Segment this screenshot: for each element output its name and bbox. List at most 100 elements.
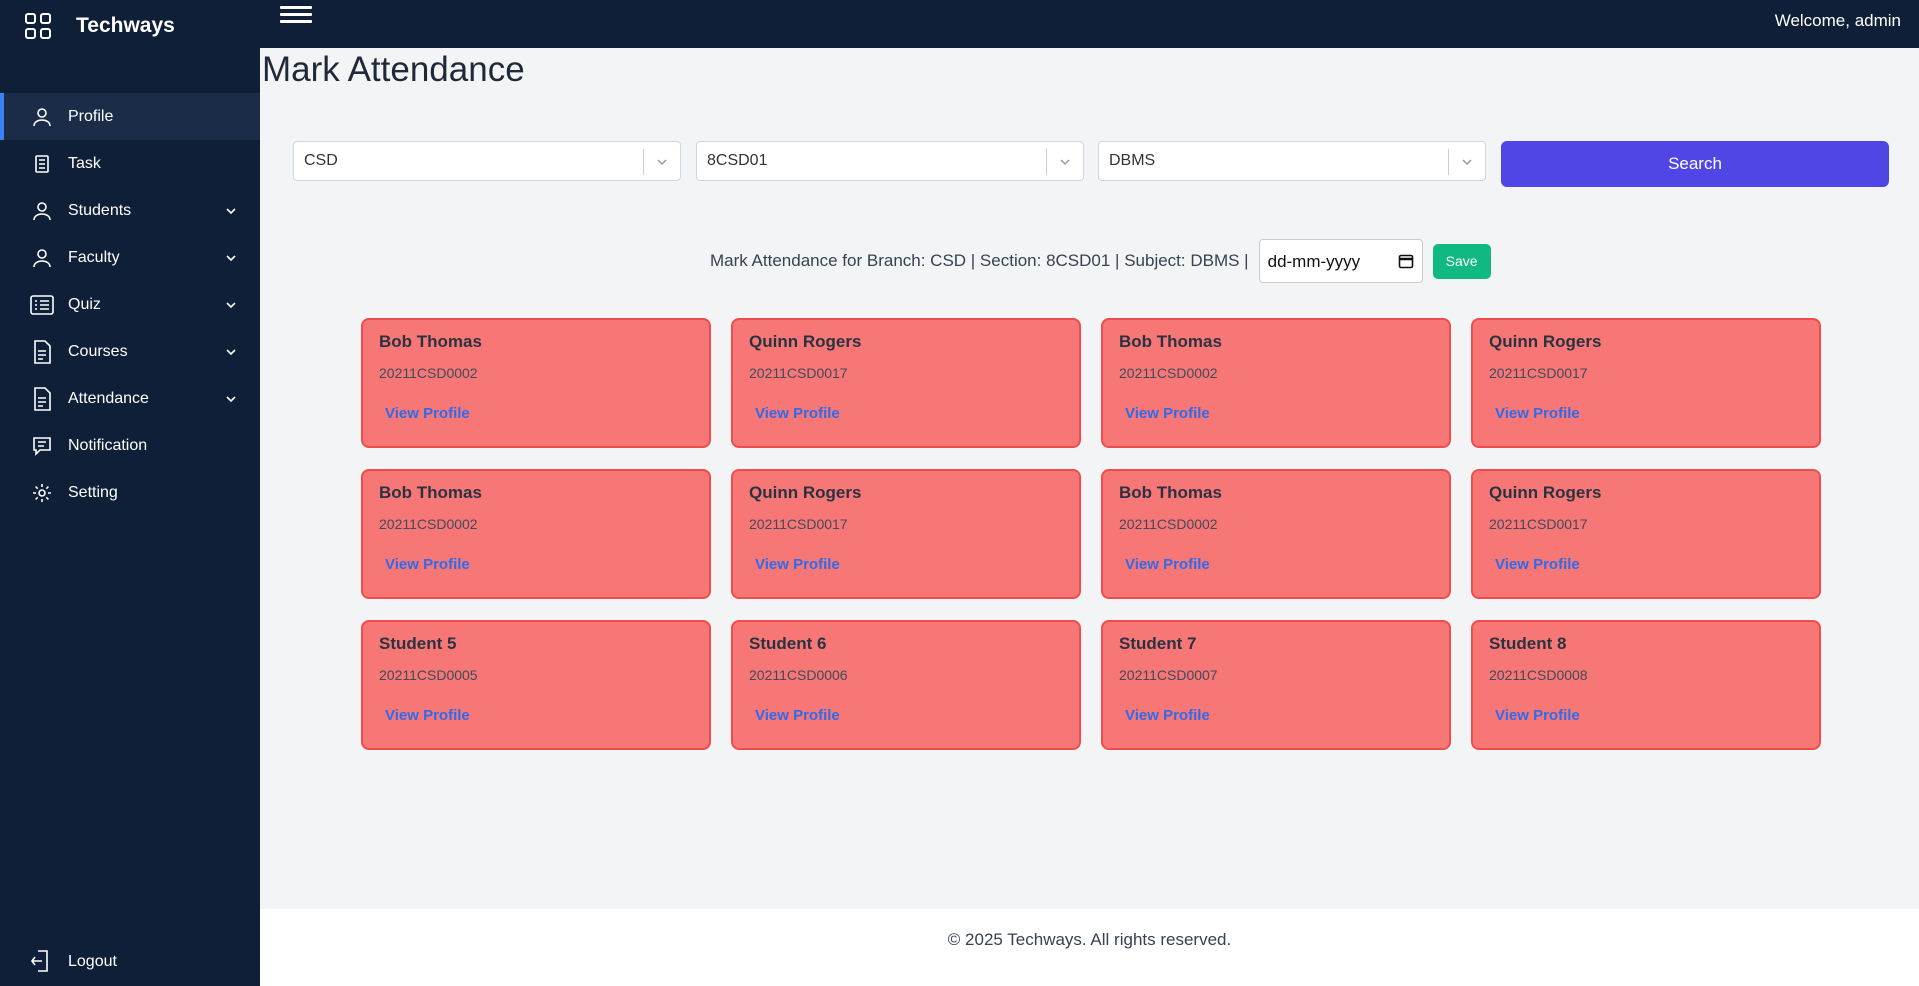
subject-select-value: DBMS bbox=[1109, 152, 1156, 169]
sidebar-nav: Profile Task Students Faculty Quiz Cours… bbox=[0, 93, 260, 516]
sidebar-item-students[interactable]: Students bbox=[0, 187, 260, 234]
view-profile-link[interactable]: View Profile bbox=[1125, 556, 1210, 573]
section-select-value: 8CSD01 bbox=[707, 152, 768, 169]
student-roll: 20211CSD0007 bbox=[1119, 667, 1218, 683]
student-card[interactable]: Bob Thomas 20211CSD0002 View Profile bbox=[361, 318, 711, 448]
user-icon bbox=[30, 199, 54, 223]
student-card[interactable]: Bob Thomas 20211CSD0002 View Profile bbox=[361, 469, 711, 599]
brand-name: Techways bbox=[76, 14, 175, 37]
top-bar: Welcome, admin bbox=[260, 0, 1919, 48]
student-roll: 20211CSD0002 bbox=[1119, 365, 1218, 381]
sidebar-item-faculty[interactable]: Faculty bbox=[0, 234, 260, 281]
view-profile-link[interactable]: View Profile bbox=[755, 556, 840, 573]
student-roll: 20211CSD0002 bbox=[379, 365, 478, 381]
student-card[interactable]: Student 8 20211CSD0008 View Profile bbox=[1471, 620, 1821, 750]
chevron-down-icon bbox=[657, 159, 667, 166]
brand[interactable]: Techways bbox=[24, 8, 175, 44]
student-name: Bob Thomas bbox=[379, 332, 482, 351]
mark-attendance-row: Mark Attendance for Branch: CSD | Sectio… bbox=[710, 239, 1491, 283]
view-profile-link[interactable]: View Profile bbox=[755, 405, 840, 422]
sidebar-item-setting[interactable]: Setting bbox=[0, 469, 260, 516]
date-input-placeholder: dd-mm-yyyy bbox=[1267, 252, 1361, 271]
document-icon bbox=[30, 339, 54, 364]
sidebar-item-attendance[interactable]: Attendance bbox=[0, 375, 260, 422]
save-button[interactable]: Save bbox=[1432, 243, 1491, 279]
chevron-down-icon bbox=[226, 302, 236, 309]
select-separator bbox=[1046, 149, 1047, 175]
view-profile-link[interactable]: View Profile bbox=[1125, 707, 1210, 724]
date-input[interactable]: dd-mm-yyyy bbox=[1258, 239, 1423, 283]
student-name: Quinn Rogers bbox=[1489, 332, 1602, 351]
view-profile-link[interactable]: View Profile bbox=[1495, 556, 1580, 573]
chevron-down-icon bbox=[226, 208, 236, 215]
view-profile-link[interactable]: View Profile bbox=[1125, 405, 1210, 422]
sidebar-item-label: Courses bbox=[68, 342, 128, 360]
section-select[interactable]: 8CSD01 bbox=[696, 141, 1084, 181]
student-card[interactable]: Quinn Rogers 20211CSD0017 View Profile bbox=[731, 318, 1081, 448]
view-profile-link[interactable]: View Profile bbox=[385, 707, 470, 724]
student-name: Student 8 bbox=[1489, 634, 1567, 653]
student-roll: 20211CSD0006 bbox=[749, 667, 848, 683]
logout-button[interactable]: Logout bbox=[30, 950, 117, 974]
filter-bar: CSD 8CSD01 DBMS Search bbox=[293, 141, 1889, 187]
footer: © 2025 Techways. All rights reserved. bbox=[260, 909, 1919, 986]
sidebar-item-label: Faculty bbox=[68, 248, 120, 266]
hamburger-icon[interactable] bbox=[280, 2, 312, 30]
view-profile-link[interactable]: View Profile bbox=[385, 405, 470, 422]
student-card[interactable]: Quinn Rogers 20211CSD0017 View Profile bbox=[1471, 318, 1821, 448]
sidebar-item-label: Attendance bbox=[68, 389, 149, 407]
sidebar-item-label: Task bbox=[68, 154, 101, 172]
sidebar-item-notification[interactable]: Notification bbox=[0, 422, 260, 469]
student-roll: 20211CSD0017 bbox=[1489, 516, 1588, 532]
sidebar-item-label: Quiz bbox=[68, 295, 101, 313]
student-roll: 20211CSD0005 bbox=[379, 667, 478, 683]
message-icon bbox=[30, 434, 54, 458]
sidebar-item-label: Notification bbox=[68, 436, 148, 454]
sidebar-item-task[interactable]: Task bbox=[0, 140, 260, 187]
branch-select[interactable]: CSD bbox=[293, 141, 681, 181]
select-separator bbox=[643, 149, 644, 175]
student-card[interactable]: Student 6 20211CSD0006 View Profile bbox=[731, 620, 1081, 750]
view-profile-link[interactable]: View Profile bbox=[1495, 707, 1580, 724]
chevron-down-icon bbox=[1060, 159, 1070, 166]
student-card[interactable]: Quinn Rogers 20211CSD0017 View Profile bbox=[731, 469, 1081, 599]
student-card[interactable]: Bob Thomas 20211CSD0002 View Profile bbox=[1101, 469, 1451, 599]
sidebar-item-label: Students bbox=[68, 201, 132, 219]
sidebar-item-label: Profile bbox=[68, 107, 114, 125]
select-separator bbox=[1448, 149, 1449, 175]
sidebar: Techways Profile Task Students Faculty Q… bbox=[0, 0, 260, 986]
student-name: Quinn Rogers bbox=[749, 483, 862, 502]
student-name: Bob Thomas bbox=[1119, 332, 1222, 351]
student-name: Student 7 bbox=[1119, 634, 1197, 653]
student-name: Bob Thomas bbox=[379, 483, 482, 502]
view-profile-link[interactable]: View Profile bbox=[385, 556, 470, 573]
footer-copyright: © 2025 Techways. All rights reserved. bbox=[947, 930, 1232, 949]
calendar-icon[interactable] bbox=[1398, 253, 1414, 269]
view-profile-link[interactable]: View Profile bbox=[755, 707, 840, 724]
student-card[interactable]: Student 5 20211CSD0005 View Profile bbox=[361, 620, 711, 750]
view-profile-link[interactable]: View Profile bbox=[1495, 405, 1580, 422]
subject-select[interactable]: DBMS bbox=[1098, 141, 1486, 181]
chevron-down-icon bbox=[226, 396, 236, 403]
sidebar-item-profile[interactable]: Profile bbox=[0, 93, 260, 140]
student-roll: 20211CSD0017 bbox=[1489, 365, 1588, 381]
student-card[interactable]: Bob Thomas 20211CSD0002 View Profile bbox=[1101, 318, 1451, 448]
student-roll: 20211CSD0017 bbox=[749, 365, 848, 381]
sidebar-item-quiz[interactable]: Quiz bbox=[0, 281, 260, 328]
student-roll: 20211CSD0002 bbox=[1119, 516, 1218, 532]
student-card[interactable]: Quinn Rogers 20211CSD0017 View Profile bbox=[1471, 469, 1821, 599]
search-button[interactable]: Search bbox=[1501, 141, 1889, 187]
list-icon bbox=[30, 293, 54, 317]
student-roll: 20211CSD0017 bbox=[749, 516, 848, 532]
user-icon bbox=[30, 105, 54, 129]
page-title: Mark Attendance bbox=[262, 50, 525, 89]
branch-select-value: CSD bbox=[304, 152, 338, 169]
student-card[interactable]: Student 7 20211CSD0007 View Profile bbox=[1101, 620, 1451, 750]
chevron-down-icon bbox=[226, 349, 236, 356]
student-name: Quinn Rogers bbox=[1489, 483, 1602, 502]
user-icon bbox=[30, 246, 54, 270]
sidebar-item-courses[interactable]: Courses bbox=[0, 328, 260, 375]
grid-icon bbox=[25, 13, 51, 39]
student-roll: 20211CSD0008 bbox=[1489, 667, 1588, 683]
chevron-down-icon bbox=[226, 255, 236, 262]
